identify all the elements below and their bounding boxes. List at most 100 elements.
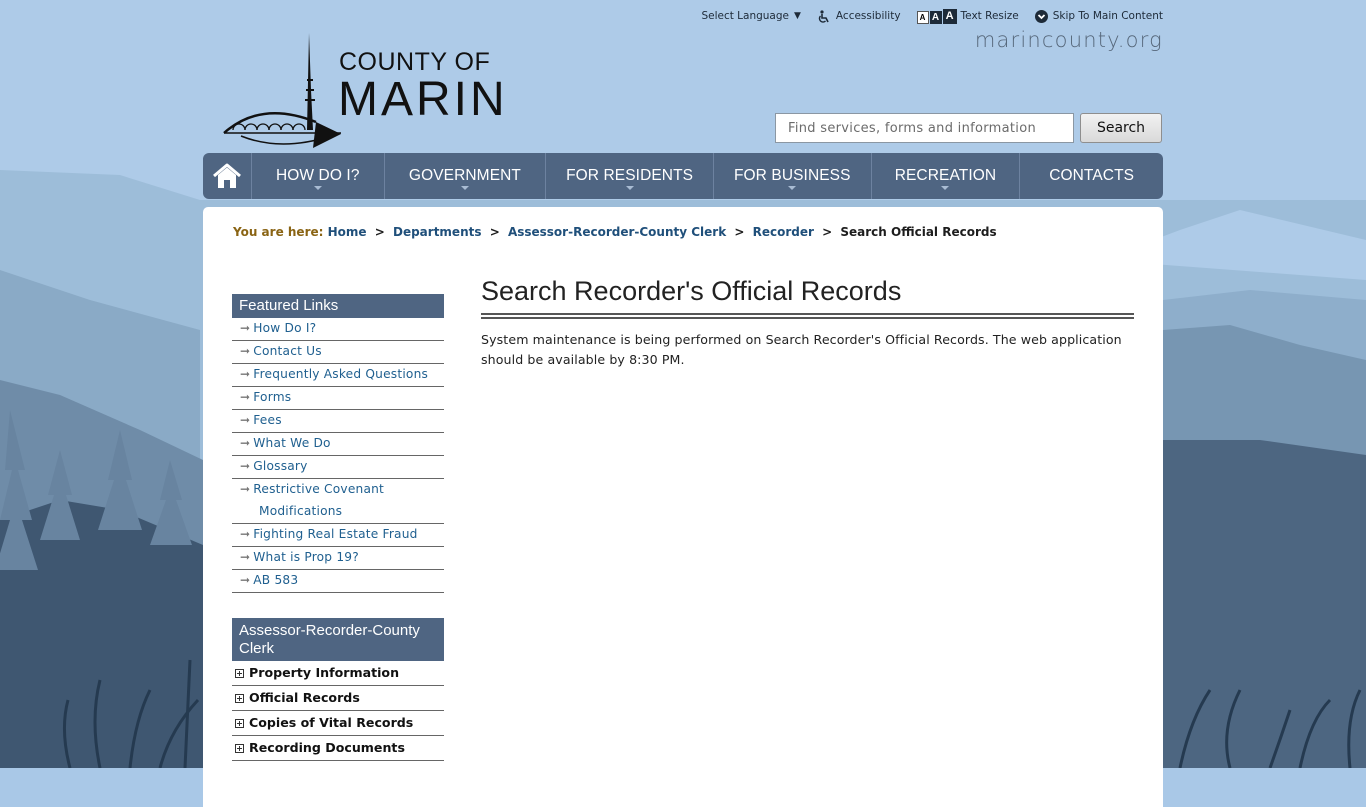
language-selector[interactable]: Select Language ▼ [701, 10, 800, 22]
accessibility-label: Accessibility [835, 10, 901, 22]
accessibility-link[interactable]: Accessibility [817, 9, 901, 23]
search-button[interactable]: Search [1080, 113, 1162, 143]
breadcrumb-current: Search Official Records [840, 225, 997, 239]
nav-label: FOR RESIDENTS [566, 167, 694, 184]
sidebar: Featured Links ➞ How Do I? ➞ Contact Us ➞ F… [232, 294, 444, 761]
breadcrumb: You are here: Home > Departments > Asses… [233, 225, 997, 239]
arrow-right-icon: ➞ [240, 367, 251, 381]
dropdown-caret-icon [313, 186, 322, 190]
breadcrumb-recorder[interactable]: Recorder [753, 225, 814, 239]
link-label: Glossary [253, 459, 308, 473]
breadcrumb-home[interactable]: Home [328, 225, 367, 239]
arrow-right-icon: ➞ [240, 436, 251, 450]
featured-link-real-estate-fraud[interactable]: ➞ Fighting Real Estate Fraud [232, 524, 444, 547]
department-heading: Assessor-Recorder-County Clerk [232, 618, 444, 661]
dropdown-caret-icon [941, 186, 950, 190]
menu-property-information[interactable]: Property Information [232, 661, 444, 686]
arrow-right-icon: ➞ [240, 390, 251, 404]
dropdown-caret-icon [460, 186, 469, 190]
language-label: Select Language [701, 10, 789, 22]
link-label: What We Do [253, 436, 331, 450]
nav-label: CONTACTS [1049, 167, 1135, 184]
featured-link-forms[interactable]: ➞ Forms [232, 387, 444, 410]
maintenance-message: System maintenance is being performed on… [481, 332, 1122, 367]
featured-links-heading: Featured Links [232, 294, 444, 318]
breadcrumb-departments[interactable]: Departments [393, 225, 482, 239]
title-divider [481, 313, 1134, 319]
featured-link-glossary[interactable]: ➞ Glossary [232, 456, 444, 479]
department-menu: Property Information Official Records Co… [232, 661, 444, 761]
featured-link-prop-19[interactable]: ➞ What is Prop 19? [232, 547, 444, 570]
nav-recreation[interactable]: RECREATION [872, 153, 1021, 199]
breadcrumb-assessor-recorder[interactable]: Assessor-Recorder-County Clerk [508, 225, 726, 239]
featured-link-contact-us[interactable]: ➞ Contact Us [232, 341, 444, 364]
menu-recording-documents[interactable]: Recording Documents [232, 736, 444, 761]
text-resize-icon: A A A [916, 8, 957, 24]
nav-label: HOW DO I? [275, 167, 360, 184]
main-content: Search Recorder's Official Records Syste… [481, 273, 1134, 383]
text-size-large[interactable]: A [942, 8, 957, 24]
menu-copies-vital-records[interactable]: Copies of Vital Records [232, 711, 444, 736]
arrow-right-icon: ➞ [240, 413, 251, 427]
link-label: Contact Us [253, 344, 322, 358]
utility-bar: Select Language ▼ Accessibility A A A Te… [685, 8, 1163, 24]
link-label: How Do I? [253, 321, 317, 335]
breadcrumb-separator: > [822, 225, 833, 239]
page-title: Search Recorder's Official Records [481, 276, 902, 306]
arrow-right-icon: ➞ [240, 550, 251, 564]
featured-links-list: ➞ How Do I? ➞ Contact Us ➞ Frequently Asked… [232, 318, 444, 593]
breadcrumb-separator: > [374, 225, 385, 239]
wheelchair-icon [817, 9, 831, 23]
link-label: What is Prop 19? [253, 550, 359, 564]
link-label: Frequently Asked Questions [253, 367, 429, 381]
link-label: Fighting Real Estate Fraud [253, 527, 418, 541]
nav-for-business[interactable]: FOR BUSINESS [714, 153, 872, 199]
arrow-right-icon: ➞ [240, 573, 251, 587]
text-size-small[interactable]: A [916, 10, 929, 24]
featured-link-faq[interactable]: ➞ Frequently Asked Questions [232, 364, 444, 387]
skip-to-main-link[interactable]: Skip To Main Content [1034, 9, 1163, 23]
site-domain: marincounty.org [974, 28, 1163, 52]
featured-link-ab-583[interactable]: ➞ AB 583 [232, 570, 444, 593]
text-resize-label: Text Resize [960, 10, 1019, 22]
nav-label: GOVERNMENT [408, 167, 521, 184]
skip-label: Skip To Main Content [1052, 10, 1163, 22]
text-size-medium[interactable]: A [929, 10, 942, 24]
home-button[interactable] [203, 153, 252, 199]
nav-government[interactable]: GOVERNMENT [385, 153, 547, 199]
breadcrumb-separator: > [734, 225, 745, 239]
featured-link-fees[interactable]: ➞ Fees [232, 410, 444, 433]
content-panel: You are here: Home > Departments > Asses… [203, 207, 1163, 807]
link-label: AB 583 [253, 573, 299, 587]
breadcrumb-prefix: You are here: [233, 225, 324, 239]
nav-contacts[interactable]: CONTACTS [1020, 153, 1163, 199]
nav-how-do-i[interactable]: HOW DO I? [252, 153, 385, 199]
arrow-right-icon: ➞ [240, 482, 251, 496]
nav-label: RECREATION [894, 167, 997, 184]
arrow-right-icon: ➞ [240, 321, 251, 335]
arrow-right-icon: ➞ [240, 527, 251, 541]
search-input[interactable] [775, 113, 1074, 143]
breadcrumb-separator: > [489, 225, 500, 239]
link-label: Restrictive Covenant [253, 482, 385, 496]
link-label: Fees [253, 413, 282, 427]
menu-label: Property Information [249, 665, 400, 680]
county-logo[interactable]: COUNTY OF MARIN [221, 30, 521, 152]
main-navigation: HOW DO I? GOVERNMENT FOR RESIDENTS FOR B… [203, 153, 1163, 199]
featured-link-what-we-do[interactable]: ➞ What We Do [232, 433, 444, 456]
civic-center-logo-icon [223, 33, 341, 148]
chevron-down-icon: ▼ [794, 11, 801, 21]
featured-link-how-do-i[interactable]: ➞ How Do I? [232, 318, 444, 341]
menu-official-records[interactable]: Official Records [232, 686, 444, 711]
plus-box-icon [235, 743, 244, 753]
featured-link-restrictive-covenant[interactable]: ➞ Restrictive Covenant Modifications [232, 479, 444, 524]
menu-label: Recording Documents [249, 740, 405, 755]
nav-for-residents[interactable]: FOR RESIDENTS [546, 153, 714, 199]
menu-label: Official Records [249, 690, 360, 705]
dropdown-caret-icon [625, 186, 634, 190]
logo-text-marin: MARIN [338, 73, 508, 126]
link-label: Forms [253, 390, 292, 404]
text-resize-control[interactable]: A A A Text Resize [916, 8, 1019, 24]
nav-label: FOR BUSINESS [733, 167, 851, 184]
arrow-right-icon: ➞ [240, 459, 251, 473]
